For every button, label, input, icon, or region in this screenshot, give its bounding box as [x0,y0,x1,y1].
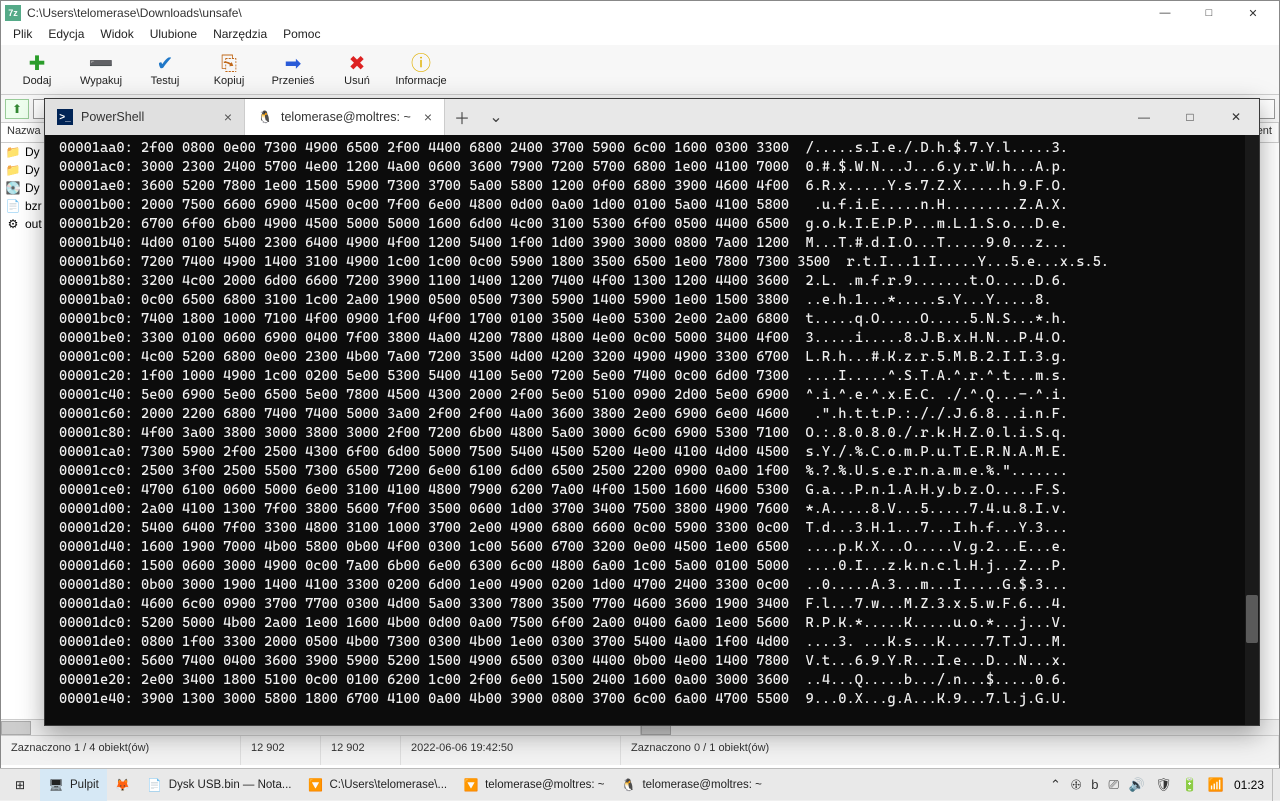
taskbar-item[interactable]: 🦊 [107,769,139,801]
file-icon: 📄 [5,198,21,214]
dodaj-icon: ✚ [29,53,46,75]
status-size1: 12 902 [241,736,321,765]
tab-label: PowerShell [81,110,144,124]
menu-file[interactable]: Plik [5,25,40,45]
toolbar-kopiuj[interactable]: ⎘Kopiuj [197,49,261,90]
powershell-icon: >_ [57,109,73,125]
taskbar-icon: 🔽 [463,777,479,793]
taskbar-icon: ⊞ [12,777,28,793]
file-icon: 📁 [5,144,21,160]
menu-edit[interactable]: Edycja [40,25,92,45]
tab-close-icon[interactable]: × [424,109,432,125]
tab-powershell[interactable]: >_ PowerShell × [45,99,245,135]
taskbar-icon: 🖥 [48,777,64,793]
wypakuj-icon: ➖ [89,53,114,75]
toolbar: ✚Dodaj➖Wypakuj✔Testuj⎘Kopiuj➡Przenieś✖Us… [1,45,1279,95]
menubar: Plik Edycja Widok Ulubione Narzędzia Pom… [1,25,1279,45]
sevenzip-app-icon: 7z [5,5,21,21]
terminal-scrollbar[interactable] [1245,135,1259,725]
taskbar-icon: 🐧 [620,777,636,793]
menu-help[interactable]: Pomoc [275,25,328,45]
terminal-body[interactable]: 00001aa0: 2f00 0800 0e00 7300 4900 6500 … [45,135,1259,725]
taskbar-icon: 🦊 [115,777,131,793]
close-button[interactable]: ✕ [1231,1,1275,25]
terminal-output: 00001aa0: 2f00 0800 0e00 7300 4900 6500 … [45,135,1259,713]
taskbar-icon: 📄 [147,777,163,793]
tux-icon: 🐧 [257,109,273,125]
file-icon: ⚙ [5,216,21,232]
menu-fav[interactable]: Ulubione [142,25,205,45]
system-tray[interactable]: ⌃ 🕀 b ⎚ 🔊 🛡 🔋 📶 [1040,777,1234,793]
terminal-tabbar: >_ PowerShell × 🐧 telomerase@moltres: ~ … [45,99,1259,135]
taskbar-icon: 🔽 [308,777,324,793]
tray-icon[interactable]: 🛡 [1155,777,1172,793]
taskbar-item[interactable]: 📄Dysk USB.bin — Nota... [139,769,300,801]
file-icon: 📁 [5,162,21,178]
toolbar-wypakuj[interactable]: ➖Wypakuj [69,49,133,90]
informacje-icon: ⓘ [411,53,431,75]
tab-wsl[interactable]: 🐧 telomerase@moltres: ~ × [245,99,445,135]
tab-label: telomerase@moltres: ~ [281,110,411,124]
terminal-minimize[interactable]: — [1121,99,1167,135]
toolbar-usuń[interactable]: ✖Usuń [325,49,389,90]
show-desktop[interactable] [1272,769,1280,801]
menu-view[interactable]: Widok [92,25,141,45]
menu-tools[interactable]: Narzędzia [205,25,275,45]
clock[interactable]: 01:23 [1234,778,1272,792]
start-button[interactable]: ⊞ [0,769,40,801]
taskbar-item[interactable]: 🖥Pulpit [40,769,107,801]
sevenzip-titlebar[interactable]: 7z C:\Users\telomerase\Downloads\unsafe\… [1,1,1279,25]
tab-dropdown-button[interactable]: ⌄ [479,99,513,135]
minimize-button[interactable]: — [1143,1,1187,25]
usuń-icon: ✖ [349,53,366,75]
status-date: 2022-06-06 19:42:50 [401,736,621,765]
terminal-maximize[interactable]: □ [1167,99,1213,135]
taskbar: ⊞ 🖥Pulpit 🦊 📄Dysk USB.bin — Nota...🔽C:\User… [0,768,1280,800]
przenieś-icon: ➡ [285,53,302,75]
tray-icon[interactable]: 📶 [1208,777,1224,793]
terminal-close[interactable]: ✕ [1213,99,1259,135]
status-selection-left: Zaznaczono 1 / 4 obiekt(ów) [1,736,241,765]
sevenzip-title: C:\Users\telomerase\Downloads\unsafe\ [27,6,1143,20]
toolbar-informacje[interactable]: ⓘInformacje [389,49,453,90]
tray-icon[interactable]: 🔋 [1182,777,1198,793]
testuj-icon: ✔ [157,53,174,75]
toolbar-dodaj[interactable]: ✚Dodaj [5,49,69,90]
terminal-window: >_ PowerShell × 🐧 telomerase@moltres: ~ … [44,98,1260,726]
status-selection-right: Zaznaczono 0 / 1 obiekt(ów) [621,736,1279,765]
toolbar-testuj[interactable]: ✔Testuj [133,49,197,90]
maximize-button[interactable]: □ [1187,1,1231,25]
tray-icon[interactable]: 🕀 [1071,777,1081,793]
tray-icon[interactable]: ⎚ [1108,777,1118,793]
taskbar-item[interactable]: 🐧telomerase@moltres: ~ [612,769,769,801]
toolbar-przenieś[interactable]: ➡Przenieś [261,49,325,90]
tray-icon[interactable]: ⌃ [1050,777,1061,793]
file-icon: 💽 [5,180,21,196]
tab-close-icon[interactable]: × [224,109,232,125]
tray-icon[interactable]: 🔊 [1129,777,1145,793]
kopiuj-icon: ⎘ [221,53,237,75]
new-tab-button[interactable]: ＋ [445,99,479,135]
nav-up-button[interactable]: ⬆ [5,99,29,119]
status-size2: 12 902 [321,736,401,765]
statusbar: Zaznaczono 1 / 4 obiekt(ów) 12 902 12 90… [1,735,1279,765]
tray-icon[interactable]: b [1091,777,1098,792]
taskbar-item[interactable]: 🔽telomerase@moltres: ~ [455,769,612,801]
taskbar-item[interactable]: 🔽C:\Users\telomerase\... [300,769,456,801]
